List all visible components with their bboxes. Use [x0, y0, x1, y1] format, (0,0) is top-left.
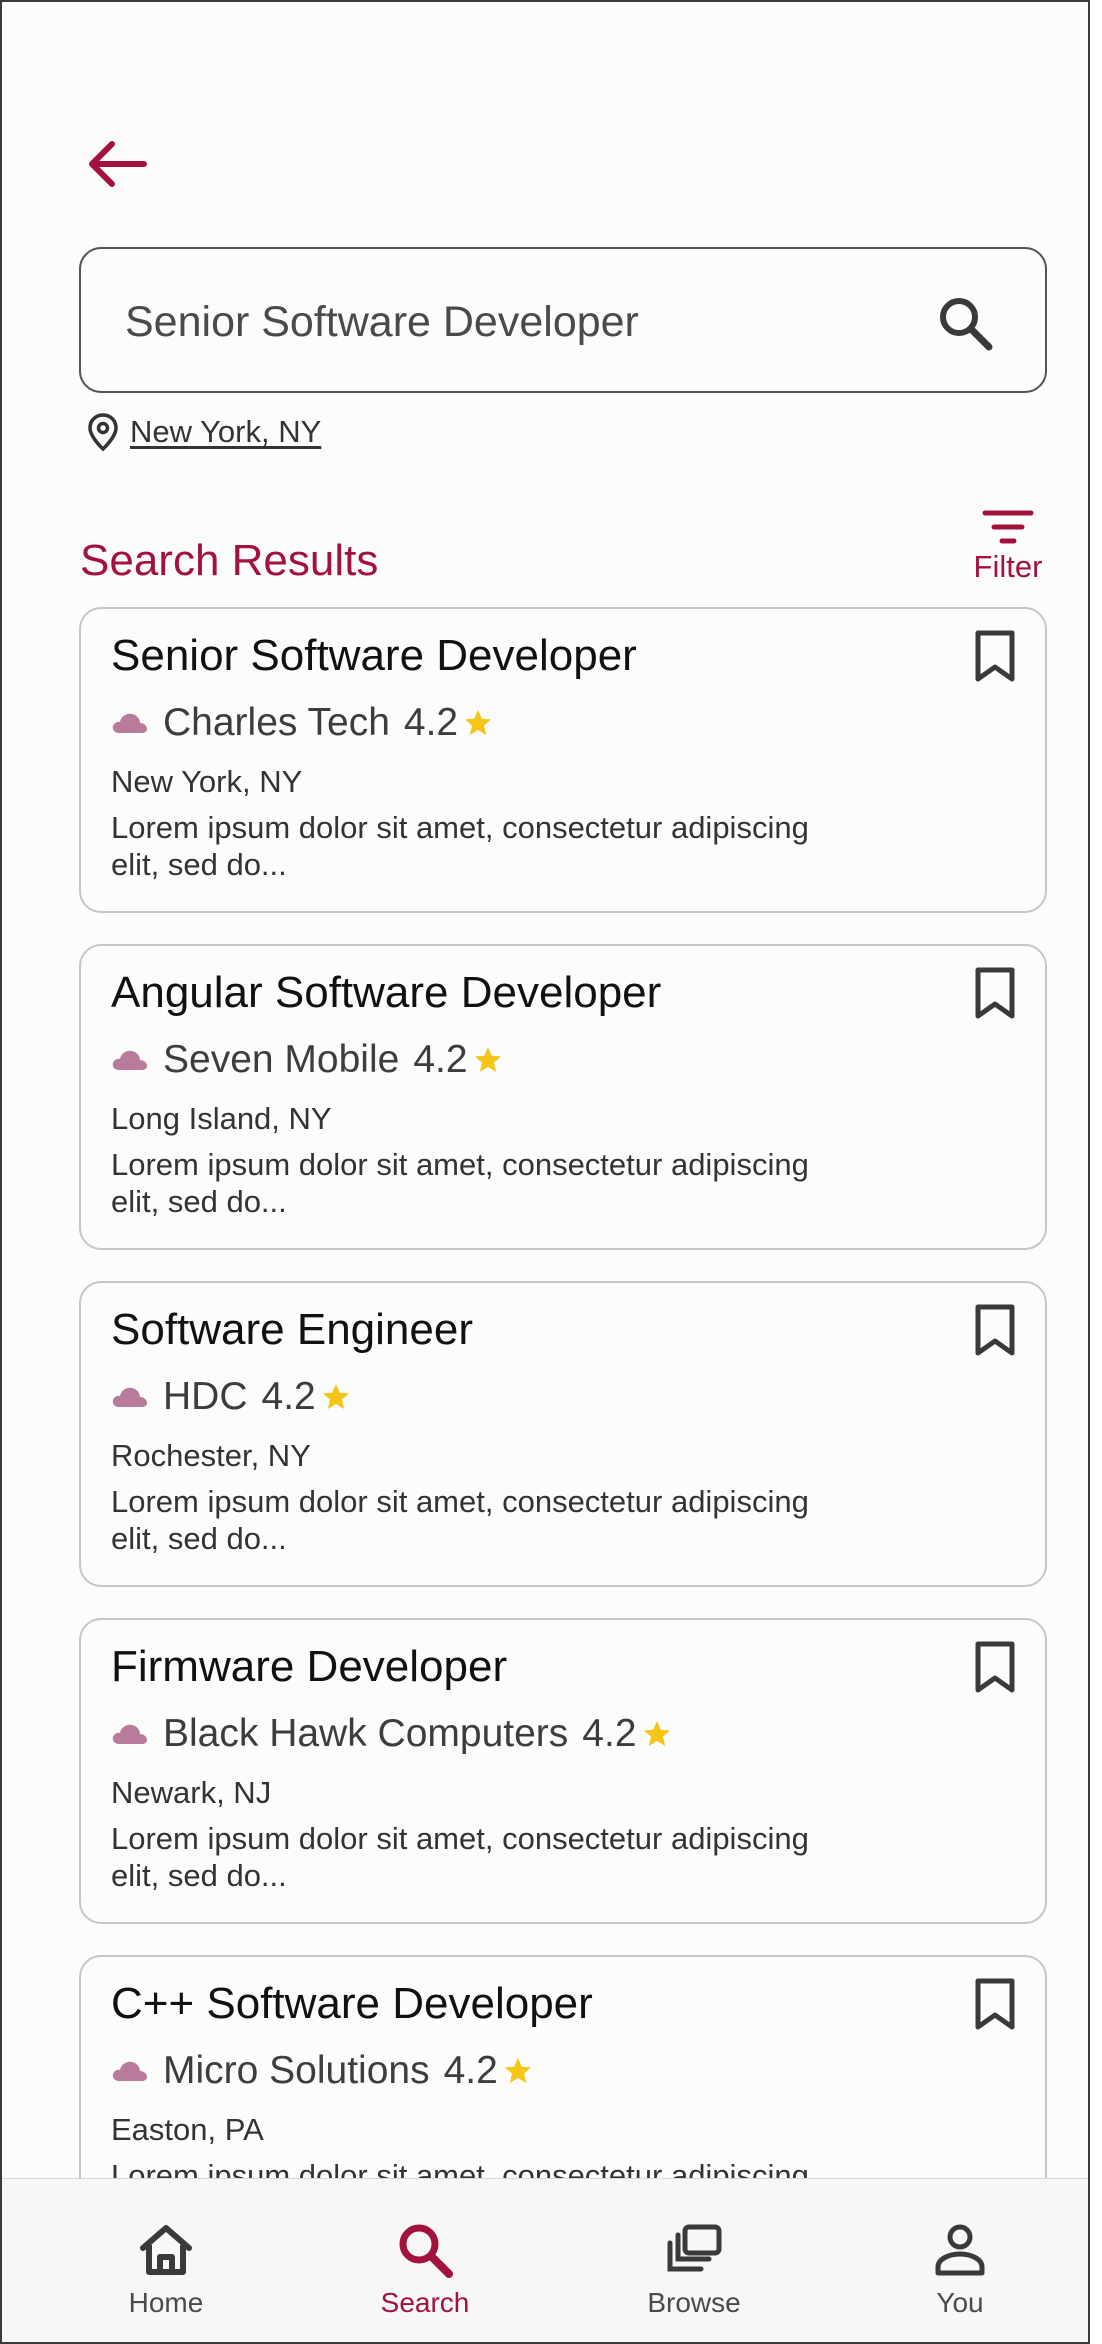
job-location: Long Island, NY	[111, 1101, 332, 1136]
star-icon	[322, 1384, 349, 1409]
job-card[interactable]: Angular Software Developer Seven Mobile 4.…	[79, 944, 1047, 1250]
star-icon	[465, 710, 492, 735]
job-location: Newark, NJ	[111, 1775, 272, 1810]
nav-you[interactable]: You	[860, 2179, 1060, 2342]
company-row: Seven Mobile 4.2	[111, 1038, 504, 1082]
job-location: Easton, PA	[111, 2112, 264, 2147]
search-submit-button[interactable]	[935, 293, 995, 353]
location-pin-icon	[88, 413, 118, 452]
job-description: Lorem ipsum dolor sit amet, consectetur …	[111, 1484, 809, 1556]
job-title: Angular Software Developer	[111, 968, 662, 1017]
job-card[interactable]: Firmware Developer Black Hawk Computers 4.…	[79, 1618, 1047, 1924]
home-icon	[140, 2225, 192, 2275]
company-rating: 4.2	[443, 2049, 498, 2092]
job-card[interactable]: Senior Software Developer Charles Tech 4.2…	[79, 607, 1047, 913]
job-description: Lorem ipsum dolor sit amet, consectetur …	[111, 1147, 809, 1219]
search-bar	[79, 247, 1047, 395]
search-input[interactable]	[125, 249, 905, 395]
company-name: Black Hawk Computers	[163, 1712, 569, 1755]
job-location: New York, NY	[111, 764, 303, 799]
star-icon	[643, 1721, 670, 1746]
company-logo-icon	[112, 1724, 147, 1744]
company-row: Micro Solutions 4.2	[111, 2049, 534, 2093]
nav-home-label: Home	[128, 2287, 204, 2318]
search-icon	[399, 2224, 453, 2278]
job-description: Lorem ipsum dolor sit amet, consectetur …	[111, 810, 809, 882]
company-logo-icon	[112, 1387, 147, 1407]
filter-label: Filter	[973, 549, 1043, 584]
bookmark-icon	[975, 967, 1015, 1019]
bookmark-button[interactable]	[973, 629, 1017, 683]
nav-browse-label: Browse	[647, 2287, 741, 2318]
job-title: Software Engineer	[111, 1305, 473, 1354]
bookmark-button[interactable]	[973, 1977, 1017, 2031]
company-row: Charles Tech 4.2	[111, 701, 494, 745]
bottom-navigation: Home Search Browse You	[2, 2178, 1088, 2342]
person-icon	[935, 2224, 985, 2276]
star-icon	[474, 1047, 501, 1072]
job-title: C++ Software Developer	[111, 1979, 593, 2028]
nav-browse[interactable]: Browse	[594, 2179, 794, 2342]
bookmark-icon	[975, 1641, 1015, 1693]
job-card[interactable]: Software Engineer HDC 4.2 Rochester, NY Lore…	[79, 1281, 1047, 1587]
nav-home[interactable]: Home	[66, 2179, 266, 2342]
search-icon	[940, 298, 993, 351]
company-logo-icon	[112, 2061, 147, 2081]
job-title: Firmware Developer	[111, 1642, 508, 1691]
company-name: HDC	[163, 1375, 248, 1418]
location-link[interactable]: New York, NY	[130, 414, 321, 450]
star-icon	[504, 2058, 531, 2083]
filter-icon	[982, 510, 1034, 544]
bookmark-button[interactable]	[973, 1640, 1017, 1694]
company-rating: 4.2	[261, 1375, 316, 1418]
job-location: Rochester, NY	[111, 1438, 311, 1473]
bookmark-button[interactable]	[973, 966, 1017, 1020]
back-button[interactable]	[82, 134, 152, 194]
filter-button[interactable]: Filter	[967, 507, 1049, 587]
company-logo-icon	[112, 713, 147, 733]
job-description: Lorem ipsum dolor sit amet, consectetur …	[111, 1821, 809, 1893]
nav-you-label: You	[936, 2287, 984, 2318]
nav-search[interactable]: Search	[325, 2179, 525, 2342]
company-rating: 4.2	[403, 701, 459, 744]
location-selector: New York, NY	[86, 412, 321, 452]
bookmark-icon	[975, 1978, 1015, 2030]
company-name: Charles Tech	[163, 701, 390, 744]
company-logo-icon	[112, 1050, 147, 1070]
company-rating: 4.2	[413, 1038, 468, 1081]
results-heading: Search Results	[80, 536, 379, 585]
bookmark-icon	[975, 630, 1015, 682]
arrow-left-icon	[89, 141, 147, 187]
bookmark-button[interactable]	[973, 1303, 1017, 1357]
company-row: Black Hawk Computers 4.2	[111, 1712, 673, 1756]
browse-icon	[667, 2224, 722, 2272]
job-title: Senior Software Developer	[111, 631, 637, 680]
results-list: Senior Software Developer Charles Tech 4.2…	[79, 607, 1047, 2292]
nav-search-label: Search	[380, 2287, 470, 2318]
company-rating: 4.2	[582, 1712, 637, 1755]
bookmark-icon	[975, 1304, 1015, 1356]
company-row: HDC 4.2	[111, 1375, 352, 1419]
search-results-screen: New York, NY Search Results Filter Senio…	[0, 0, 1090, 2344]
company-name: Seven Mobile	[163, 1038, 400, 1081]
company-name: Micro Solutions	[163, 2049, 430, 2092]
